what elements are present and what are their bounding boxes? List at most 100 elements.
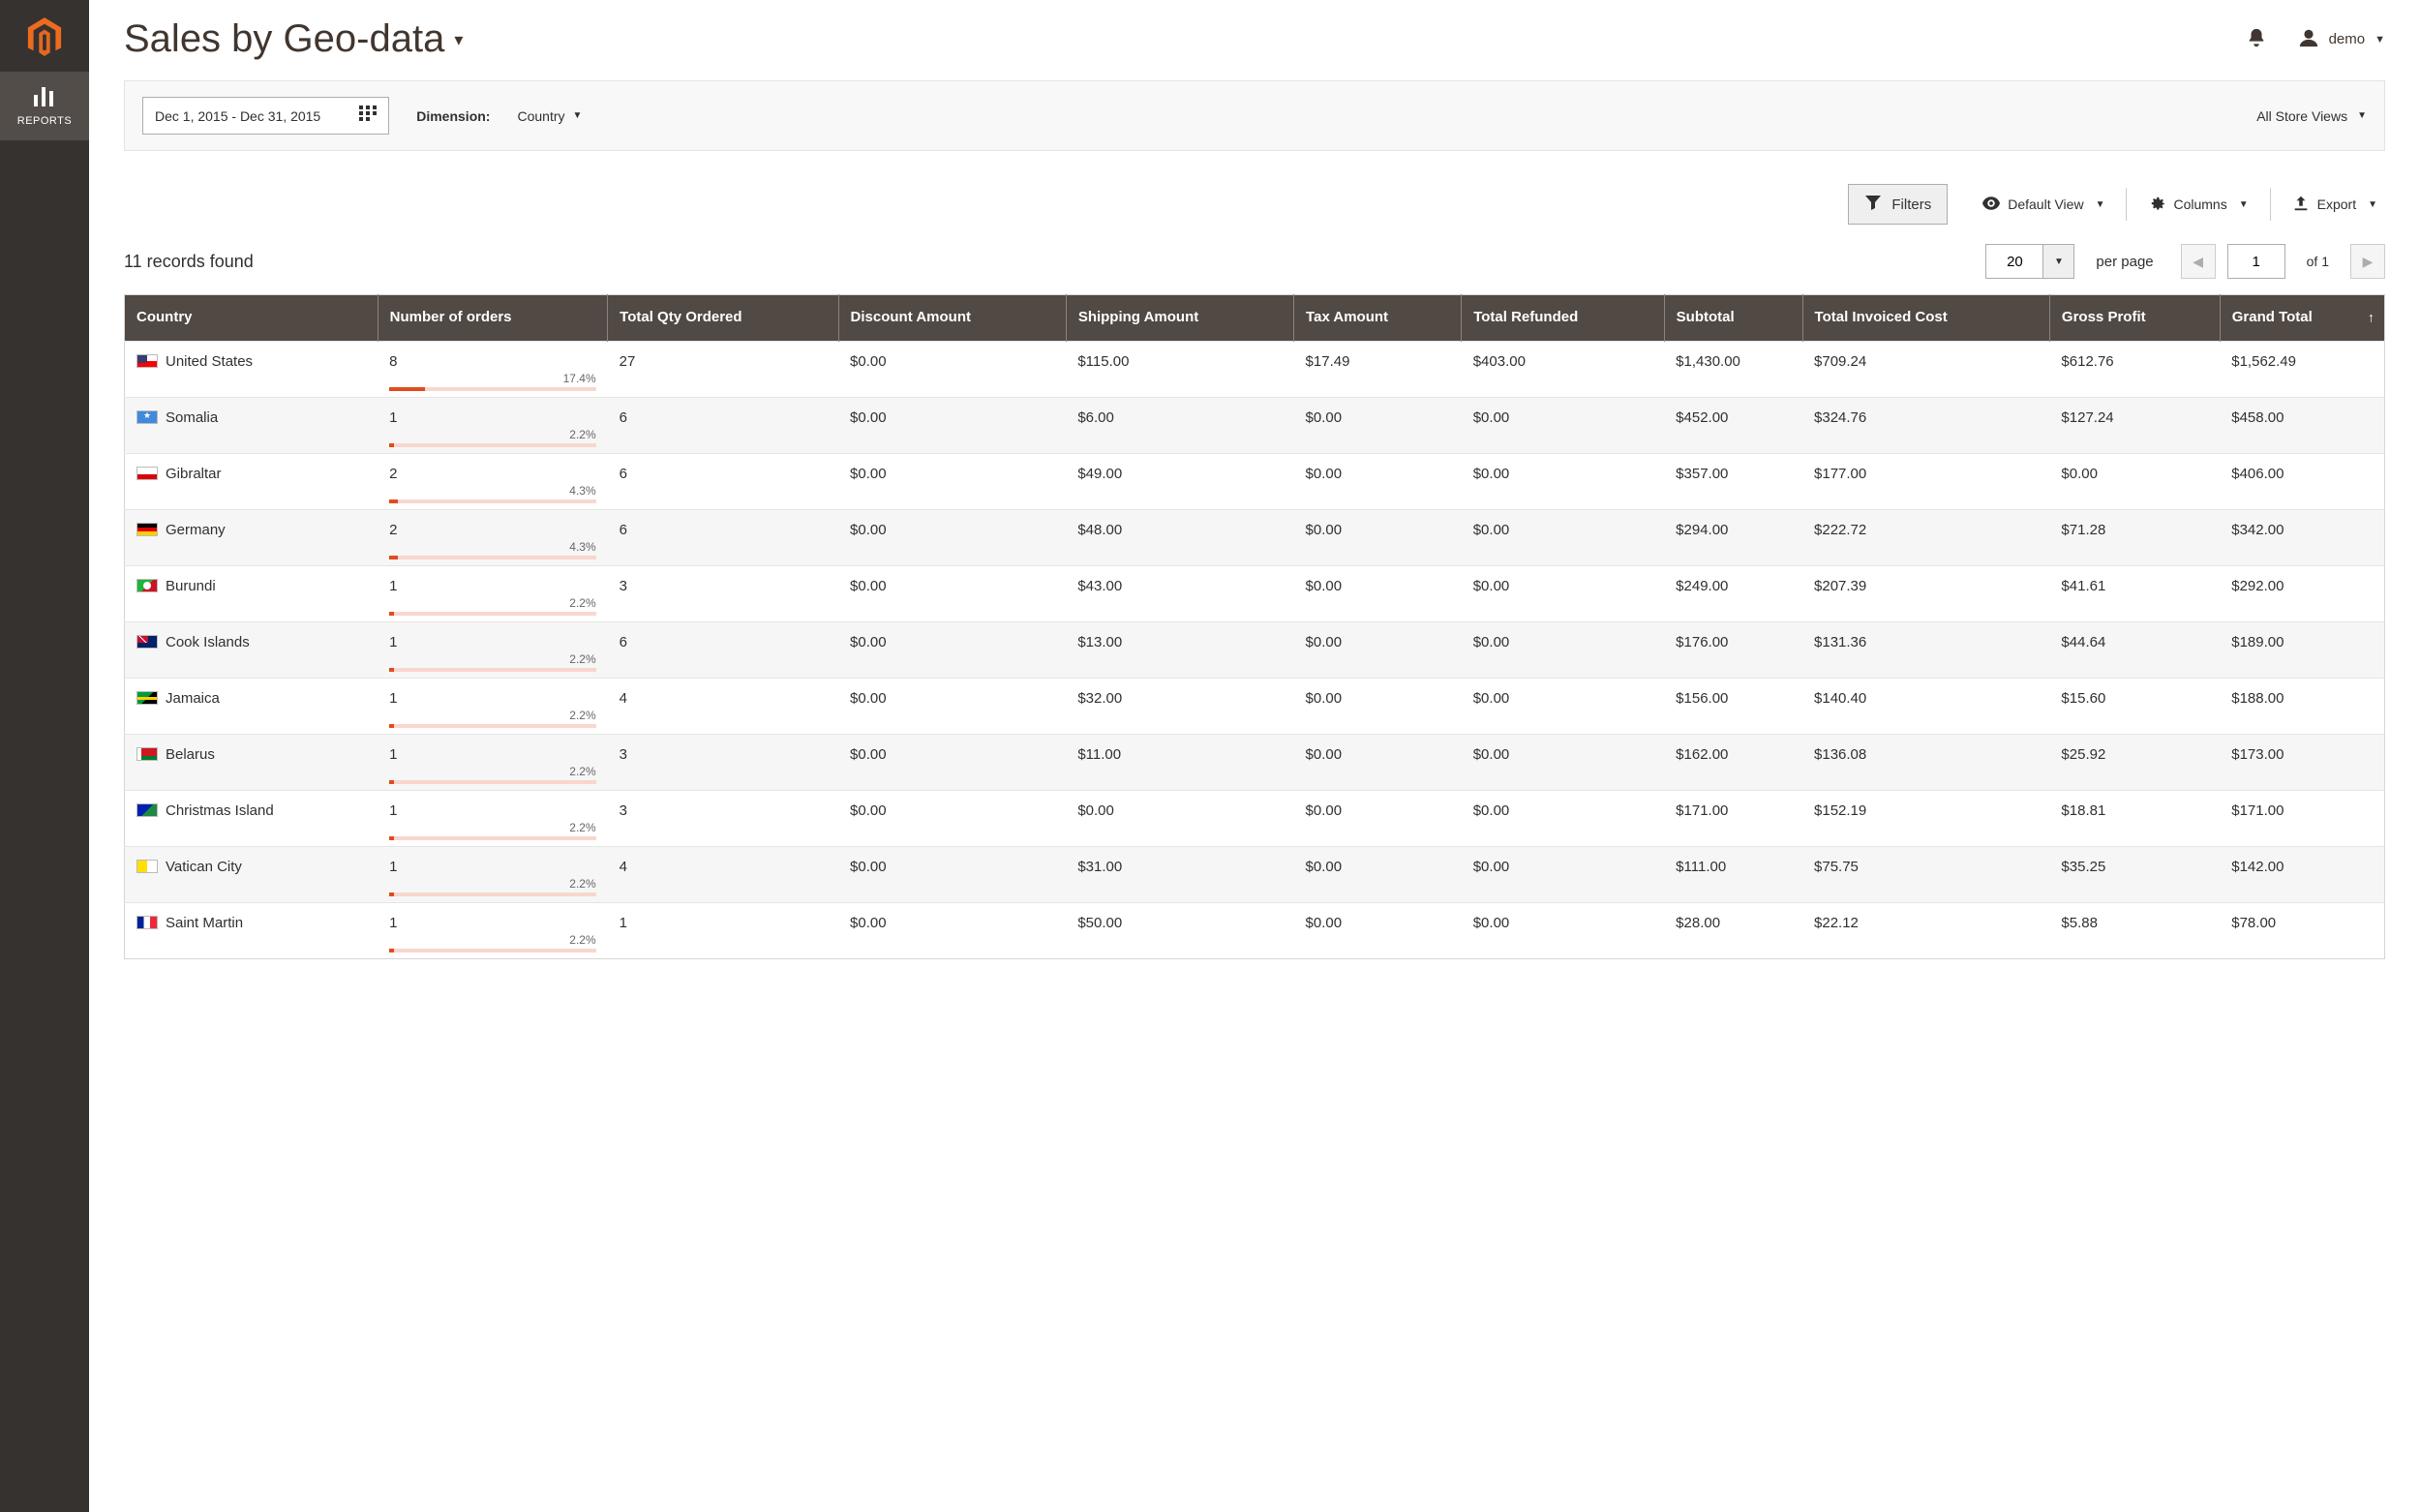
table-row[interactable]: United States 8 17.4% 27$0.00$115.00$17.…: [125, 341, 2385, 397]
cell-shipping: $48.00: [1066, 509, 1293, 565]
export-menu[interactable]: Export ▼: [2284, 189, 2385, 221]
chevron-down-icon: ▼: [2239, 199, 2249, 210]
column-header[interactable]: Subtotal: [1664, 295, 1802, 342]
cell-refunded: $403.00: [1462, 341, 1664, 397]
country-name: Jamaica: [166, 690, 220, 707]
column-header[interactable]: Gross Profit: [2049, 295, 2220, 342]
per-page-dropdown[interactable]: ▼: [2043, 244, 2074, 279]
next-page-button[interactable]: ▶: [2350, 244, 2385, 279]
orders-bar: [389, 387, 596, 391]
filters-toolbar: Dec 1, 2015 - Dec 31, 2015 Dimension: Co…: [124, 80, 2385, 151]
cell-discount: $0.00: [838, 734, 1066, 790]
filters-label: Filters: [1891, 197, 1931, 213]
column-header[interactable]: Shipping Amount: [1066, 295, 1293, 342]
cell-tax: $0.00: [1294, 790, 1462, 846]
table-row[interactable]: Vatican City 1 2.2% 4$0.00$31.00$0.00$0.…: [125, 846, 2385, 902]
cell-shipping: $115.00: [1066, 341, 1293, 397]
column-header[interactable]: Total Refunded: [1462, 295, 1664, 342]
cell-tax: $0.00: [1294, 453, 1462, 509]
table-row[interactable]: Saint Martin 1 2.2% 1$0.00$50.00$0.00$0.…: [125, 902, 2385, 958]
cell-tax: $0.00: [1294, 621, 1462, 678]
default-view-menu[interactable]: Default View ▼: [1975, 189, 2112, 221]
column-header[interactable]: Grand Total↑: [2220, 295, 2384, 342]
cell-invoiced: $152.19: [1802, 790, 2049, 846]
table-row[interactable]: Christmas Island 1 2.2% 3$0.00$0.00$0.00…: [125, 790, 2385, 846]
column-header[interactable]: Total Qty Ordered: [608, 295, 838, 342]
columns-menu[interactable]: Columns ▼: [2140, 189, 2255, 221]
per-page-input[interactable]: [1985, 244, 2043, 279]
dimension-select[interactable]: Country ▼: [517, 108, 582, 124]
cell-profit: $71.28: [2049, 509, 2220, 565]
orders-percent: 2.2%: [389, 652, 596, 666]
cell-grand: $342.00: [2220, 509, 2384, 565]
logo[interactable]: [0, 0, 89, 72]
column-header[interactable]: Tax Amount: [1294, 295, 1462, 342]
cell-profit: $25.92: [2049, 734, 2220, 790]
cell-profit: $0.00: [2049, 453, 2220, 509]
cell-subtotal: $156.00: [1664, 678, 1802, 734]
table-row[interactable]: Somalia 1 2.2% 6$0.00$6.00$0.00$0.00$452…: [125, 397, 2385, 453]
cell-invoiced: $131.36: [1802, 621, 2049, 678]
cell-refunded: $0.00: [1462, 734, 1664, 790]
cell-tax: $0.00: [1294, 509, 1462, 565]
column-header[interactable]: Country: [125, 295, 378, 342]
orders-percent: 4.3%: [389, 540, 596, 554]
orders-bar: [389, 836, 596, 840]
cell-invoiced: $22.12: [1802, 902, 2049, 958]
cell-discount: $0.00: [838, 397, 1066, 453]
cell-qty: 6: [608, 509, 838, 565]
table-row[interactable]: Belarus 1 2.2% 3$0.00$11.00$0.00$0.00$16…: [125, 734, 2385, 790]
orders-bar: [389, 499, 596, 503]
table-row[interactable]: Burundi 1 2.2% 3$0.00$43.00$0.00$0.00$24…: [125, 565, 2385, 621]
orders-count: 2: [389, 522, 596, 538]
cell-tax: $0.00: [1294, 678, 1462, 734]
cell-grand: $78.00: [2220, 902, 2384, 958]
cell-refunded: $0.00: [1462, 678, 1664, 734]
page-title[interactable]: Sales by Geo-data ▾: [124, 17, 463, 61]
flag-icon: [136, 635, 158, 649]
cell-grand: $1,562.49: [2220, 341, 2384, 397]
dimension-value: Country: [517, 108, 564, 124]
store-view-select[interactable]: All Store Views ▼: [2256, 108, 2367, 124]
flag-icon: [136, 523, 158, 536]
cell-invoiced: $324.76: [1802, 397, 2049, 453]
column-header[interactable]: Total Invoiced Cost: [1802, 295, 2049, 342]
page-number-input[interactable]: [2227, 244, 2285, 279]
table-row[interactable]: Gibraltar 2 4.3% 6$0.00$49.00$0.00$0.00$…: [125, 453, 2385, 509]
country-name: Germany: [166, 522, 226, 538]
orders-count: 1: [389, 409, 596, 426]
cell-shipping: $50.00: [1066, 902, 1293, 958]
cell-invoiced: $140.40: [1802, 678, 2049, 734]
prev-page-button[interactable]: ◀: [2181, 244, 2216, 279]
cell-subtotal: $162.00: [1664, 734, 1802, 790]
column-header[interactable]: Number of orders: [378, 295, 608, 342]
table-row[interactable]: Germany 2 4.3% 6$0.00$48.00$0.00$0.00$29…: [125, 509, 2385, 565]
cell-grand: $189.00: [2220, 621, 2384, 678]
country-name: Belarus: [166, 746, 215, 763]
admin-sidebar: REPORTS: [0, 0, 89, 1512]
filters-button[interactable]: Filters: [1848, 184, 1948, 225]
cell-grand: $292.00: [2220, 565, 2384, 621]
orders-percent: 2.2%: [389, 596, 596, 610]
cell-tax: $0.00: [1294, 902, 1462, 958]
cell-profit: $44.64: [2049, 621, 2220, 678]
cell-discount: $0.00: [838, 902, 1066, 958]
orders-count: 1: [389, 634, 596, 650]
data-grid: CountryNumber of ordersTotal Qty Ordered…: [124, 294, 2385, 959]
country-name: Vatican City: [166, 859, 242, 875]
column-header[interactable]: Discount Amount: [838, 295, 1066, 342]
sidebar-item-reports[interactable]: REPORTS: [0, 72, 89, 140]
orders-percent: 2.2%: [389, 933, 596, 947]
notifications-icon[interactable]: [2246, 27, 2267, 51]
orders-bar: [389, 724, 596, 728]
cell-subtotal: $452.00: [1664, 397, 1802, 453]
date-range-picker[interactable]: Dec 1, 2015 - Dec 31, 2015: [142, 97, 389, 135]
separator: [2126, 188, 2127, 221]
orders-percent: 2.2%: [389, 821, 596, 834]
user-menu[interactable]: demo ▼: [2298, 27, 2385, 51]
table-row[interactable]: Cook Islands 1 2.2% 6$0.00$13.00$0.00$0.…: [125, 621, 2385, 678]
table-row[interactable]: Jamaica 1 2.2% 4$0.00$32.00$0.00$0.00$15…: [125, 678, 2385, 734]
title-dropdown-icon: ▾: [454, 31, 463, 48]
orders-bar: [389, 892, 596, 896]
default-view-label: Default View: [2008, 197, 2083, 212]
